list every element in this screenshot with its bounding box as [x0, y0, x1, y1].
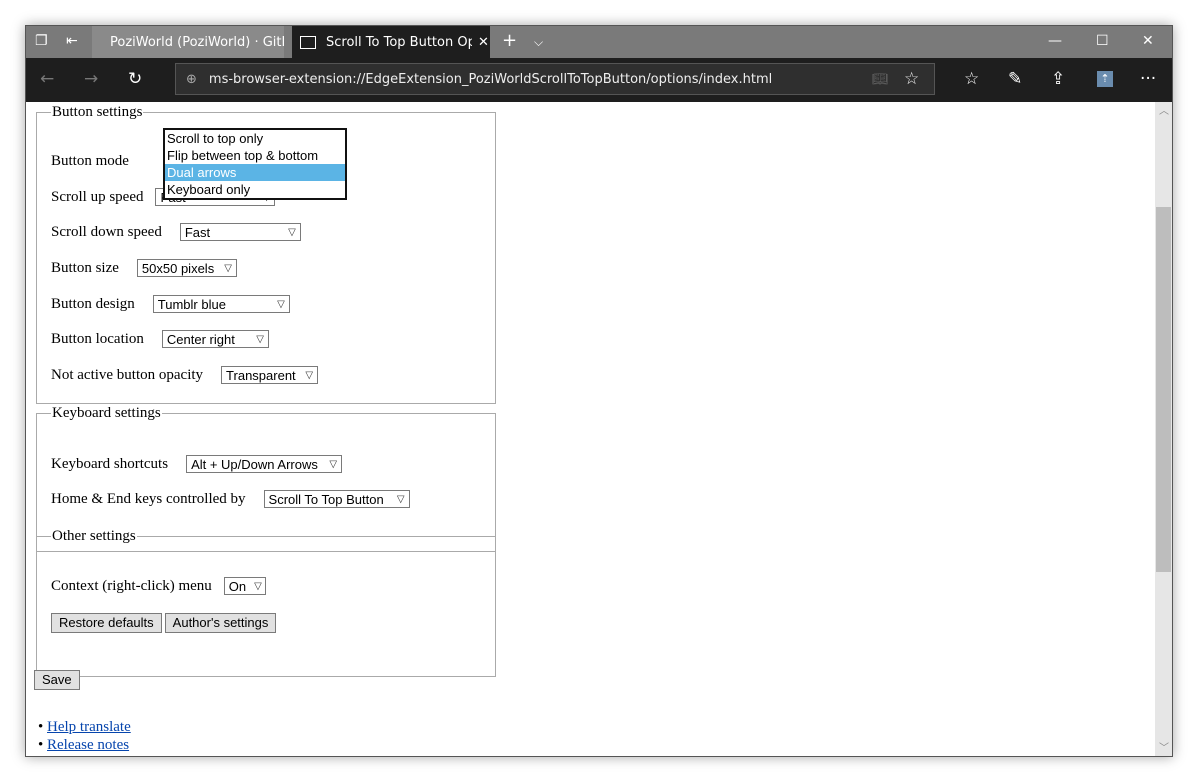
scroll-to-top-extension-icon[interactable]: ⇡ [1097, 71, 1113, 87]
globe-icon: ⊕ [186, 71, 197, 87]
chevron-down-icon[interactable]: ⌵ [534, 35, 543, 50]
options-page: Button settings Scroll to top only Flip … [26, 102, 1155, 756]
button-size-select[interactable]: 50x50 pixels ▽ [136, 259, 237, 277]
list-item: • Help translate [38, 719, 131, 735]
maximize-icon[interactable]: ☐ [1096, 33, 1109, 49]
nav-bar: ← → ↻ ⊕ ms-browser-extension://EdgeExten… [26, 58, 1172, 102]
reading-view-icon[interactable]: 📖︎ [872, 72, 889, 87]
release-notes-link[interactable]: Release notes [47, 737, 129, 753]
context-menu-select[interactable]: On ▽ [223, 577, 266, 595]
tab-options[interactable]: Scroll To Top Button Op ✕ [292, 26, 490, 58]
new-tab-icon[interactable]: + [502, 30, 517, 51]
favorites-icon[interactable]: ☆ [964, 69, 979, 89]
chevron-down-icon: ▽ [305, 369, 314, 381]
more-icon[interactable]: ··· [1140, 69, 1156, 89]
help-translate-link[interactable]: Help translate [47, 719, 131, 735]
save-button[interactable]: Save [34, 670, 80, 690]
chevron-down-icon: ▽ [256, 333, 264, 345]
back-icon[interactable]: ← [40, 69, 54, 89]
scrollbar-thumb[interactable] [1156, 207, 1171, 572]
scroll-down-icon[interactable]: ﹀ [1159, 739, 1169, 754]
option[interactable]: Scroll to top only [165, 130, 345, 147]
other-settings: Other settings Context (right-click) men… [36, 528, 496, 677]
keyboard-shortcuts-select[interactable]: Alt + Up/Down Arrows ▽ [186, 455, 343, 473]
forward-icon[interactable]: → [84, 69, 98, 89]
chevron-down-icon: ▽ [396, 493, 405, 505]
tab-github[interactable]: PoziWorld (PoziWorld) · GitH [92, 26, 284, 58]
button-settings: Button settings Scroll to top only Flip … [36, 104, 496, 404]
button-mode-dropdown[interactable]: Scroll to top only Flip between top & bo… [163, 128, 347, 200]
set-aside-tabs-icon[interactable]: ⇤ [66, 33, 78, 49]
page-icon [300, 35, 316, 49]
scroll-up-icon[interactable]: ︿ [1159, 102, 1169, 117]
links-list: • Help translate • Release notes [38, 718, 131, 754]
authors-settings-button[interactable]: Author's settings [164, 613, 277, 633]
restore-defaults-button[interactable]: Restore defaults [51, 613, 162, 633]
share-icon[interactable]: ⇪ [1051, 69, 1065, 89]
opacity-select[interactable]: Transparent ▽ [221, 366, 319, 384]
address-bar[interactable]: ⊕ ms-browser-extension://EdgeExtension_P… [175, 63, 935, 95]
chevron-down-icon: ▽ [329, 458, 338, 470]
favorite-star-icon[interactable]: ☆ [904, 69, 919, 89]
button-design-select[interactable]: Tumblr blue ▽ [152, 295, 290, 313]
button-location-select[interactable]: Center right ▽ [161, 330, 269, 348]
tab-bar: ❐ ⇤ PoziWorld (PoziWorld) · GitH Scroll … [26, 26, 1172, 58]
scrollbar[interactable]: ︿ ﹀ [1155, 102, 1172, 756]
list-item: • Release notes [38, 737, 130, 753]
tab-preview-icon[interactable]: ❐ [35, 33, 48, 49]
option[interactable]: Keyboard only [165, 181, 345, 198]
pen-icon[interactable]: ✎ [1008, 69, 1022, 89]
refresh-icon[interactable]: ↻ [128, 69, 142, 89]
chevron-down-icon: ▽ [254, 580, 262, 592]
home-end-select[interactable]: Scroll To Top Button ▽ [263, 490, 410, 508]
chevron-down-icon: ▽ [277, 298, 285, 310]
close-window-icon[interactable]: ✕ [1142, 33, 1154, 49]
browser-window: ❐ ⇤ PoziWorld (PoziWorld) · GitH Scroll … [25, 25, 1173, 757]
option[interactable]: Dual arrows [165, 164, 345, 181]
chevron-down-icon: ▽ [288, 226, 296, 238]
scroll-down-speed-select[interactable]: Fast ▽ [179, 223, 301, 241]
option[interactable]: Flip between top & bottom [165, 147, 345, 164]
minimize-icon[interactable]: — [1048, 33, 1062, 49]
close-tab-icon[interactable]: ✕ [478, 35, 489, 50]
chevron-down-icon: ▽ [224, 262, 232, 274]
